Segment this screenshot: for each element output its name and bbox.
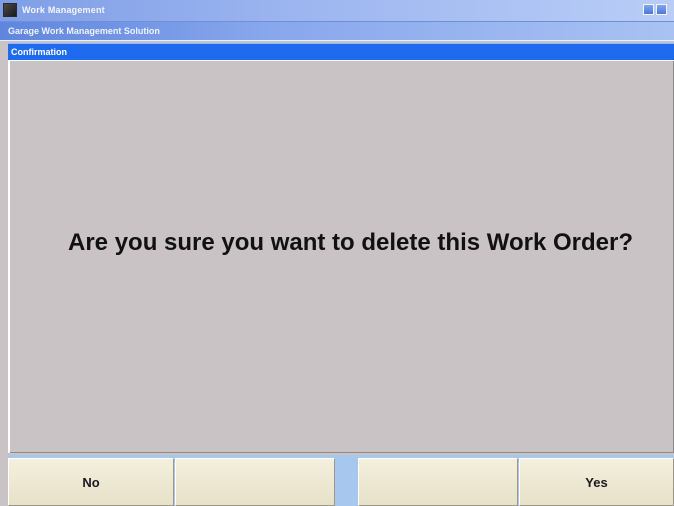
subtitle-bar: Garage Work Management Solution: [0, 22, 674, 41]
window-title: Work Management: [22, 5, 105, 15]
dialog-titlebar: Confirmation: [8, 43, 674, 60]
confirmation-message: Are you sure you want to delete this Wor…: [68, 229, 633, 256]
maximize-icon[interactable]: [656, 4, 667, 15]
application-window: Work Management Garage Work Management S…: [0, 0, 674, 506]
yes-button[interactable]: Yes: [519, 458, 674, 506]
minimize-icon[interactable]: [643, 4, 654, 15]
subtitle-text: Garage Work Management Solution: [8, 26, 160, 36]
app-icon: [3, 3, 17, 17]
dialog-title: Confirmation: [11, 47, 67, 57]
no-button[interactable]: No: [8, 458, 174, 506]
window-titlebar[interactable]: Work Management: [0, 0, 674, 22]
softkey-3-button[interactable]: [358, 458, 518, 506]
dialog-body: Are you sure you want to delete this Wor…: [8, 60, 674, 453]
softkey-bar: No Yes: [8, 455, 674, 506]
softkey-2-button[interactable]: [175, 458, 335, 506]
